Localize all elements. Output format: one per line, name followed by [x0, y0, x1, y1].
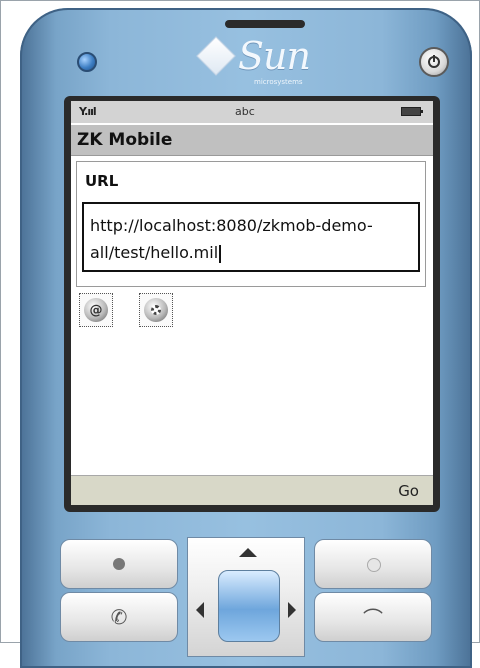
url-value-line-2-text: all/test/hello.mil	[90, 243, 219, 262]
power-icon	[428, 55, 440, 68]
app-title: ZK Mobile	[77, 130, 173, 150]
right-softkey-button[interactable]	[314, 539, 432, 589]
phone-screen: Y.ııl abc ZK Mobile URL http://localhost…	[71, 101, 433, 505]
settings-command-button[interactable]	[139, 293, 173, 327]
navigation-dpad[interactable]	[187, 537, 305, 657]
text-cursor	[219, 244, 222, 263]
end-call-icon: ⌒	[363, 606, 383, 631]
call-button[interactable]: ✆	[60, 592, 178, 642]
brand-subtitle: microsystems	[254, 78, 303, 86]
sun-diamond-icon	[196, 36, 236, 76]
url-form: URL http://localhost:8080/zkmob-demo- al…	[76, 161, 426, 287]
power-button[interactable]	[419, 47, 449, 77]
dpad-select-button[interactable]	[218, 570, 280, 642]
end-call-button[interactable]: ⌒	[314, 592, 432, 642]
url-label: URL	[85, 172, 119, 190]
url-value-line-2: all/test/hello.mil	[90, 239, 412, 266]
url-value-line-1: http://localhost:8080/zkmob-demo-	[90, 216, 373, 235]
battery-icon	[401, 107, 423, 116]
app-title-bar: ZK Mobile	[71, 125, 433, 156]
camera-icon[interactable]	[77, 52, 97, 72]
dot-icon	[113, 558, 125, 570]
dot-icon	[367, 558, 381, 572]
signal-strength-icon: Y.ııl	[79, 105, 97, 118]
at-command-button[interactable]: @	[79, 293, 113, 327]
go-softkey[interactable]: Go	[398, 482, 419, 500]
left-softkey-button[interactable]	[60, 539, 178, 589]
url-input[interactable]: http://localhost:8080/zkmob-demo- all/te…	[82, 202, 420, 272]
brand-name: Sun	[238, 34, 311, 78]
arrow-left-icon[interactable]	[196, 602, 204, 618]
call-icon: ✆	[110, 605, 128, 629]
arrow-right-icon[interactable]	[288, 602, 296, 618]
gear-center	[151, 305, 161, 315]
softkey-bar: Go	[71, 475, 433, 505]
input-mode-indicator: abc	[235, 105, 255, 118]
sun-logo: Sun microsystems	[196, 32, 328, 92]
at-icon: @	[84, 298, 108, 322]
arrow-up-icon[interactable]	[239, 548, 257, 557]
earpiece-speaker	[225, 20, 305, 28]
gear-icon	[144, 298, 168, 322]
status-bar: Y.ııl abc	[71, 101, 433, 123]
